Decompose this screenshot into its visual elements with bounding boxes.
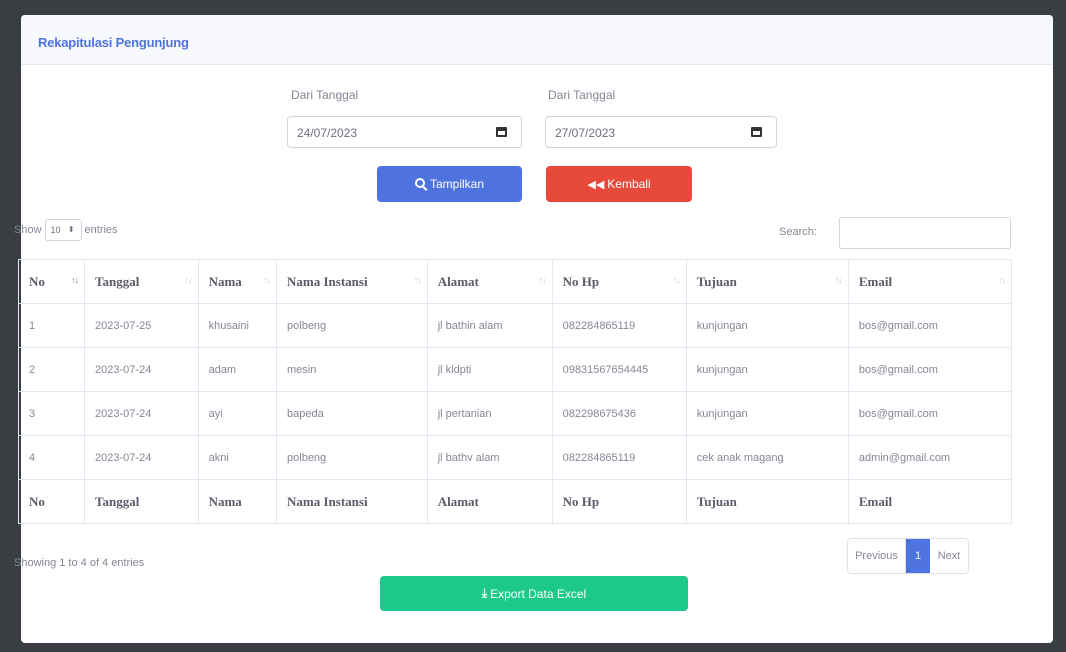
cell-tujuan: kunjungan: [685, 391, 849, 436]
footer-tujuan: Tujuan: [685, 479, 849, 524]
footer-no: No: [17, 479, 86, 524]
cell-no-hp: 082298675436: [551, 391, 687, 436]
show-button-label: Tampilkan: [429, 177, 485, 191]
entries-length-select[interactable]: 10 ⬍: [44, 219, 82, 241]
header-nama-instansi[interactable]: Nama Instansi ↑↓: [276, 259, 428, 304]
cell-nama: adam: [197, 347, 278, 392]
table-search-input[interactable]: [839, 217, 1011, 249]
calendar-icon[interactable]: [496, 127, 507, 137]
cell-nama: ayi: [197, 391, 278, 436]
show-button[interactable]: Tampilkan: [377, 166, 522, 202]
visitor-table: No ↑↓ Tanggal ↑↓ Nama ↑↓ Nama Instansi ↑↓ Al…: [17, 259, 1013, 524]
footer-alamat: Alamat: [426, 479, 553, 524]
back-button[interactable]: ◀◀ Kembali: [546, 166, 692, 202]
cell-alamat: jl kldpti: [426, 347, 553, 392]
cell-tujuan: kunjungan: [685, 347, 849, 392]
footer-nama: Nama: [197, 479, 278, 524]
pagination: Previous 1 Next: [847, 538, 969, 574]
cell-no-hp: 082284865119: [551, 303, 687, 348]
header-no[interactable]: No ↑↓: [17, 259, 86, 304]
to-date-input[interactable]: 27/07/2023: [545, 116, 777, 148]
from-date-value: 24/07/2023: [297, 126, 358, 140]
entries-length-value: 10: [50, 225, 61, 235]
cell-nama-instansi: bapeda: [276, 391, 428, 436]
cell-nama: khusaini: [197, 303, 278, 348]
sort-icon: ↑↓: [998, 275, 1006, 285]
cell-no: 3: [17, 391, 86, 436]
to-date-value: 27/07/2023: [555, 126, 616, 140]
header-tujuan[interactable]: Tujuan ↑↓: [685, 259, 849, 304]
sort-icon: ↑↓: [672, 275, 681, 285]
card-header: Rekapitulasi Pengunjung: [21, 15, 1053, 65]
footer-nama-instansi: Nama Instansi: [276, 479, 428, 524]
backward-icon: ◀◀: [587, 178, 605, 191]
sort-icon: ↑↓: [413, 275, 422, 285]
export-button-label: Export Data Excel: [490, 586, 587, 601]
sort-icon: ↑↓: [263, 275, 271, 285]
next-page-button[interactable]: Next: [930, 539, 968, 573]
sort-icon: ↑↓: [184, 275, 193, 285]
from-date-label: Dari Tanggal: [291, 88, 359, 102]
previous-page-button[interactable]: Previous: [848, 539, 906, 573]
table-row: 4 2023-07-24 akni polbeng jl bathv alam …: [17, 435, 1013, 480]
cell-email: bos@gmail.com: [847, 347, 1013, 392]
page-1-button[interactable]: 1: [906, 539, 930, 573]
cell-no: 2: [17, 347, 86, 392]
show-prefix: Show: [14, 224, 42, 236]
header-email[interactable]: Email ↑↓: [847, 259, 1013, 304]
table-row: 1 2023-07-25 khusaini polbeng jl bathin …: [17, 303, 1013, 348]
cell-no-hp: 09831567654445: [551, 347, 687, 392]
header-nama[interactable]: Nama ↑↓: [197, 259, 278, 304]
cell-alamat: jl pertanian: [426, 391, 553, 436]
cell-no: 4: [17, 435, 86, 480]
cell-no-hp: 082284865119: [551, 435, 687, 480]
cell-nama-instansi: polbeng: [276, 303, 428, 348]
cell-alamat: jl bathin alam: [426, 303, 553, 348]
search-label: Search:: [779, 226, 817, 238]
table-info: Showing 1 to 4 of 4 entries: [14, 557, 145, 569]
footer-email: Email: [847, 479, 1013, 524]
card-title: Rekapitulasi Pengunjung: [38, 35, 189, 50]
cell-email: admin@gmail.com: [847, 435, 1013, 480]
footer-no-hp: No Hp: [551, 479, 687, 524]
cell-tujuan: kunjungan: [685, 303, 849, 348]
export-excel-button[interactable]: ⤓ Export Data Excel: [380, 576, 688, 611]
header-no-hp[interactable]: No Hp ↑↓: [551, 259, 687, 304]
table-header-row: No ↑↓ Tanggal ↑↓ Nama ↑↓ Nama Instansi ↑↓ Al…: [17, 259, 1013, 304]
table-row: 3 2023-07-24 ayi bapeda jl pertanian 082…: [17, 391, 1013, 436]
calendar-icon[interactable]: [751, 127, 762, 137]
back-button-label: Kembali: [607, 177, 651, 191]
from-date-input[interactable]: 24/07/2023: [287, 116, 522, 148]
download-icon: ⤓: [481, 586, 488, 600]
length-control: Show 10 ⬍ entries: [14, 219, 118, 241]
to-date-label: Dari Tanggal: [548, 88, 616, 102]
cell-nama-instansi: polbeng: [276, 435, 428, 480]
header-tanggal[interactable]: Tanggal ↑↓: [84, 259, 199, 304]
select-arrow-icon: ⬍: [67, 225, 75, 234]
cell-tanggal: 2023-07-24: [84, 435, 199, 480]
cell-no: 1: [17, 303, 86, 348]
cell-tujuan: cek anak magang: [685, 435, 849, 480]
table-row: 2 2023-07-24 adam mesin jl kldpti 098315…: [17, 347, 1013, 392]
cell-nama: akni: [197, 435, 278, 480]
sort-icon: ↑↓: [538, 275, 547, 285]
cell-tanggal: 2023-07-24: [84, 391, 199, 436]
sort-asc-icon: ↑↓: [71, 275, 79, 285]
cell-tanggal: 2023-07-25: [84, 303, 199, 348]
show-suffix: entries: [84, 224, 118, 236]
search-icon: [414, 178, 425, 188]
cell-nama-instansi: mesin: [276, 347, 428, 392]
table-footer-row: No Tanggal Nama Nama Instansi Alamat No …: [17, 479, 1013, 524]
footer-tanggal: Tanggal: [84, 479, 199, 524]
header-alamat[interactable]: Alamat ↑↓: [426, 259, 553, 304]
cell-email: bos@gmail.com: [847, 391, 1013, 436]
cell-email: bos@gmail.com: [847, 303, 1013, 348]
cell-tanggal: 2023-07-24: [84, 347, 199, 392]
sort-icon: ↑↓: [834, 275, 843, 285]
cell-alamat: jl bathv alam: [426, 435, 553, 480]
